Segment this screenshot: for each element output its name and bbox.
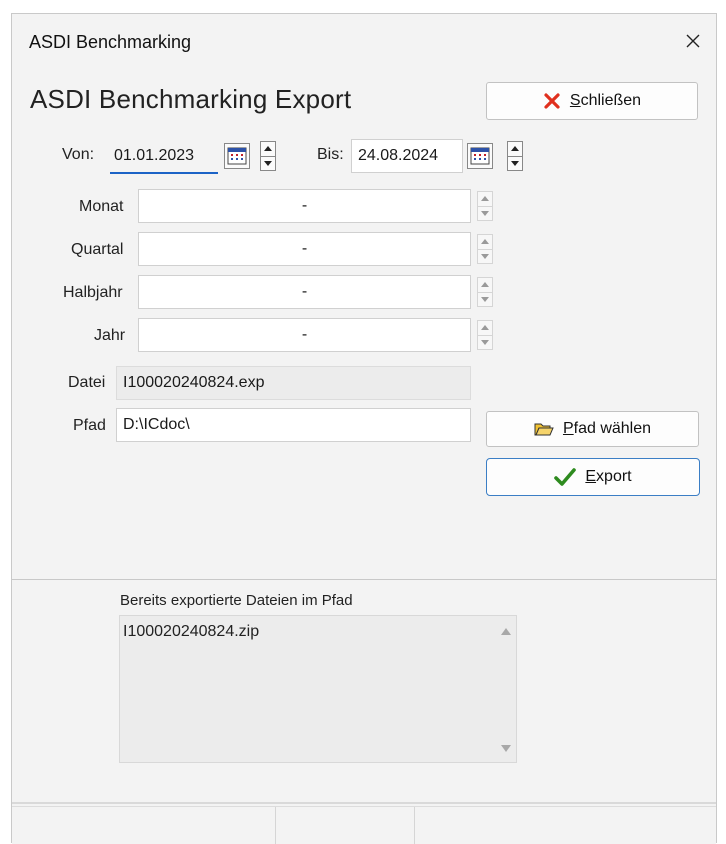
period-input-year[interactable]: -	[138, 318, 471, 352]
list-scrollbar[interactable]	[498, 620, 514, 758]
from-date-spinner[interactable]	[260, 141, 276, 171]
from-date-focus-underline	[110, 172, 218, 174]
period-spinner-month[interactable]	[477, 191, 493, 221]
choose-path-label: Pfad wählen	[562, 420, 652, 437]
spin-up-icon[interactable]	[507, 141, 523, 157]
spin-down-icon[interactable]	[507, 156, 523, 171]
window-close-icon[interactable]	[678, 26, 708, 56]
close-button[interactable]: Schließen	[486, 82, 698, 120]
path-label: Pfad	[73, 417, 106, 434]
bottom-separator	[12, 802, 716, 804]
period-input-quarter[interactable]: -	[138, 232, 471, 266]
file-name-field: I100020240824.exp	[116, 366, 471, 400]
spin-up-icon[interactable]	[477, 234, 493, 250]
period-label-year: Jahr	[94, 327, 126, 344]
period-spinner-halfyear[interactable]	[477, 277, 493, 307]
period-input-halfyear[interactable]: -	[138, 275, 471, 309]
checkmark-icon	[554, 468, 577, 486]
window-title: ASDI Benchmarking	[29, 32, 192, 52]
file-label: Datei	[68, 374, 106, 391]
spin-up-icon[interactable]	[260, 141, 276, 157]
spin-down-icon[interactable]	[260, 156, 276, 171]
period-label-quarter: Quartal	[71, 241, 124, 258]
from-label: Von:	[62, 146, 95, 163]
page-title: ASDI Benchmarking Export	[30, 84, 352, 114]
spin-up-icon[interactable]	[477, 277, 493, 293]
list-item[interactable]: I100020240824.zip	[123, 623, 259, 641]
status-cell	[12, 807, 276, 844]
period-input-month[interactable]: -	[138, 189, 471, 223]
scroll-down-icon[interactable]	[501, 745, 511, 752]
to-calendar-icon[interactable]	[467, 143, 493, 169]
period-spinner-year[interactable]	[477, 320, 493, 350]
scroll-up-icon[interactable]	[501, 628, 511, 635]
spin-up-icon[interactable]	[477, 191, 493, 207]
section-divider	[12, 579, 716, 580]
choose-path-button[interactable]: Pfad wählen	[486, 411, 699, 447]
period-label-halfyear: Halbjahr	[63, 284, 123, 301]
exported-files-title: Bereits exportierte Dateien im Pfad	[120, 592, 353, 609]
spin-down-icon[interactable]	[477, 292, 493, 307]
period-label-month: Monat	[79, 198, 124, 215]
dialog-window: ASDI Benchmarking ASDI Benchmarking Expo…	[11, 13, 717, 844]
status-bar	[12, 806, 716, 844]
from-date-input[interactable]: 01.01.2023	[110, 139, 220, 173]
period-spinner-quarter[interactable]	[477, 234, 493, 264]
title-bar: ASDI Benchmarking	[12, 14, 716, 74]
export-button[interactable]: Export	[486, 458, 700, 496]
to-date-spinner[interactable]	[507, 141, 523, 171]
to-label: Bis:	[317, 146, 344, 163]
folder-open-icon	[534, 423, 554, 436]
spin-down-icon[interactable]	[477, 335, 493, 350]
spin-down-icon[interactable]	[477, 206, 493, 221]
from-calendar-icon[interactable]	[224, 143, 250, 169]
exported-files-list[interactable]: I100020240824.zip	[119, 615, 517, 763]
path-input[interactable]: D:\ICdoc\	[116, 408, 471, 442]
close-button-label: Schließen	[569, 92, 642, 109]
spin-up-icon[interactable]	[477, 320, 493, 336]
red-x-icon	[544, 93, 560, 109]
to-date-input[interactable]: 24.08.2024	[351, 139, 463, 173]
spin-down-icon[interactable]	[477, 249, 493, 264]
export-label: Export	[585, 468, 632, 485]
status-cell	[276, 807, 415, 844]
